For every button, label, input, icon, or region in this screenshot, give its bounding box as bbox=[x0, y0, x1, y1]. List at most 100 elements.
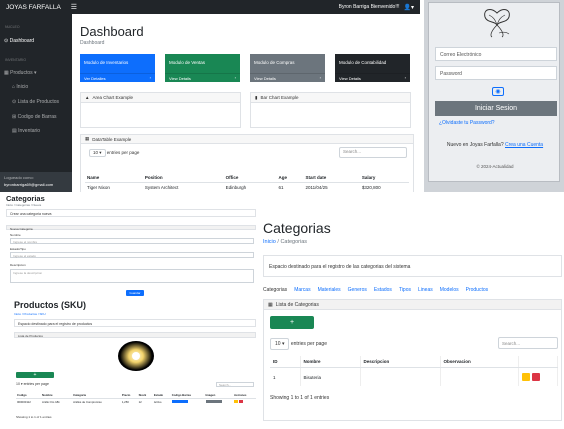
field-label: Nombre bbox=[10, 233, 21, 237]
signup-text: Nuevo en Joyas Farfalla? bbox=[446, 142, 504, 148]
chevron-right-icon: › bbox=[319, 75, 321, 80]
actions-cell bbox=[518, 367, 558, 386]
sidebar: NUCLEO ⊙ Dashboard INVENTARIO ▦ Producto… bbox=[0, 14, 72, 192]
column-header[interactable]: Salary bbox=[359, 173, 409, 183]
email-field[interactable]: Correo Electrónico bbox=[435, 47, 557, 61]
column-header[interactable]: Observacion bbox=[440, 356, 519, 368]
column-header[interactable]: Office bbox=[223, 173, 277, 183]
top-navbar: JOYAS FARFALLA ☰ Byron Barriga Bienvenid… bbox=[0, 0, 420, 14]
delete-icon[interactable] bbox=[238, 400, 243, 403]
datatable-title: DataTable Example bbox=[92, 136, 132, 142]
tab-lineas[interactable]: Lineas bbox=[418, 287, 433, 293]
add-button[interactable]: + bbox=[16, 372, 54, 378]
column-header[interactable]: Nombre bbox=[300, 356, 361, 368]
entries-label: entries per page bbox=[106, 150, 140, 155]
eye-icon[interactable]: ◉ bbox=[492, 87, 504, 96]
page-title: Categorias bbox=[263, 220, 331, 236]
breadcrumb: Inicio / Productos / SKU bbox=[14, 312, 46, 316]
table-row: 1 Bisuteria bbox=[270, 367, 558, 386]
column-header[interactable]: Position bbox=[142, 173, 224, 183]
brand-name[interactable]: JOYAS FARFALLA bbox=[6, 4, 61, 11]
entries-select[interactable]: 10 ▾ bbox=[89, 149, 106, 157]
tab-tipos[interactable]: Tipos bbox=[399, 287, 411, 293]
edit-icon[interactable] bbox=[234, 400, 239, 403]
module-card-contabilidad[interactable]: Modulo de Contabilidad View Details › bbox=[335, 54, 410, 82]
field-label: Estado/Tipo bbox=[10, 247, 26, 251]
table-cell bbox=[360, 367, 441, 386]
column-header[interactable]: ID bbox=[270, 356, 301, 368]
login-panel: Correo Electrónico Password ◉ Iniciar Se… bbox=[424, 0, 564, 192]
column-header[interactable]: Descripcion bbox=[360, 356, 441, 368]
table-cell: Anillo Oro 18k bbox=[42, 400, 60, 404]
sidebar-footer: Logueado como: byronbarriga69@gmail.com bbox=[0, 172, 72, 192]
table-cell: Anillos de Compromiso bbox=[73, 400, 102, 404]
field-label: Descripcion bbox=[10, 263, 26, 267]
edit-icon[interactable] bbox=[521, 373, 530, 381]
breadcrumb-link-inicio[interactable]: Inicio bbox=[263, 239, 276, 245]
module-link[interactable]: View Details › bbox=[165, 73, 240, 82]
sidebar-item-label: Dashboard bbox=[9, 38, 35, 44]
table-icon: ▦ bbox=[268, 301, 273, 308]
password-field[interactable]: Password bbox=[435, 66, 557, 80]
dashboard-main: Dashboard Dashboard Modulo de Inventario… bbox=[72, 14, 420, 192]
tab-generos[interactable]: Generos bbox=[348, 287, 367, 293]
table-cell: 12 bbox=[138, 400, 142, 404]
sidebar-item-inventario[interactable]: ▤ Inventario bbox=[12, 128, 40, 134]
module-link[interactable]: View Details › bbox=[335, 73, 410, 82]
table-cell: 000000112 bbox=[17, 400, 31, 404]
entries-select[interactable]: 10 ▾ bbox=[270, 338, 290, 350]
categories-table: ID Nombre Descripcion Observacion 1 Bisu… bbox=[270, 356, 558, 386]
hamburger-icon[interactable]: ☰ bbox=[71, 3, 77, 11]
module-link[interactable]: Ver Detalles › bbox=[80, 73, 155, 82]
logged-as-label: Logueado como: bbox=[4, 175, 34, 180]
chevron-right-icon: › bbox=[404, 75, 406, 80]
delete-icon[interactable] bbox=[531, 373, 540, 381]
sidebar-item-productos[interactable]: ▦ Productos ▾ bbox=[4, 70, 37, 76]
sidebar-heading-core: NUCLEO bbox=[5, 25, 20, 29]
forgot-password-link[interactable]: ¿Olvidaste tu Password? bbox=[439, 120, 495, 126]
module-card-ventas[interactable]: Modulo de Ventas View Details › bbox=[165, 54, 240, 82]
image-cell bbox=[205, 399, 234, 406]
table-icon: ▦ bbox=[85, 136, 90, 141]
module-card-inventarios[interactable]: Modulo de Inventarios Ver Detalles › bbox=[80, 54, 155, 82]
column-header[interactable]: Name bbox=[85, 173, 143, 183]
sidebar-item-label: Codigo de Barras bbox=[17, 114, 57, 120]
tab-estados[interactable]: Estados bbox=[374, 287, 392, 293]
column-header[interactable] bbox=[518, 356, 558, 368]
state-input[interactable]: Ingrese el estado bbox=[10, 252, 254, 258]
entries-label: entries per page bbox=[290, 341, 327, 347]
table-cell: 61 bbox=[276, 182, 304, 192]
column-header[interactable]: Start date bbox=[303, 173, 360, 183]
search-input[interactable]: Search... bbox=[216, 382, 254, 387]
name-input[interactable]: Ingrese el nombre bbox=[10, 238, 254, 244]
sidebar-item-inicio[interactable]: ⌂ Inicio bbox=[12, 84, 28, 90]
tab-categorias[interactable]: Categorias bbox=[263, 287, 287, 293]
add-category-button[interactable]: + bbox=[270, 316, 314, 329]
table-cell: Bisuteria bbox=[300, 367, 361, 386]
tab-productos[interactable]: Productos bbox=[466, 287, 489, 293]
sidebar-item-codigo-barras[interactable]: ⊞ Codigo de Barras bbox=[12, 114, 57, 120]
tab-materiales[interactable]: Materiales bbox=[318, 287, 341, 293]
entries-control[interactable]: 10 ▾ entries per page bbox=[16, 382, 49, 386]
description-box: Espacio destinado para el registro de la… bbox=[263, 255, 562, 277]
module-card-compras[interactable]: Modulo de Compras View Details › bbox=[250, 54, 325, 82]
tab-marcas[interactable]: Marcas bbox=[294, 287, 310, 293]
datatable-search-input[interactable]: Search... bbox=[339, 147, 407, 158]
search-input[interactable]: Search... bbox=[498, 337, 558, 349]
sidebar-item-lista-productos[interactable]: ⊙ Lista de Productos bbox=[12, 99, 59, 105]
save-button[interactable]: Guardar bbox=[126, 290, 144, 296]
user-icon[interactable]: 👤▾ bbox=[404, 4, 414, 11]
signup-link[interactable]: Crea una Cuenta bbox=[505, 142, 543, 148]
module-title: Modulo de Inventarios bbox=[84, 60, 129, 65]
column-header[interactable]: Age bbox=[276, 173, 304, 183]
module-title: Modulo de Ventas bbox=[169, 60, 206, 65]
datatable: Name Position Office Age Start date Sala… bbox=[85, 173, 409, 192]
module-link[interactable]: View Details › bbox=[250, 73, 325, 82]
login-button[interactable]: Iniciar Sesion bbox=[435, 101, 557, 116]
tab-modelos[interactable]: Modelos bbox=[440, 287, 459, 293]
description-textarea[interactable]: Ingrese la descripcion bbox=[10, 269, 254, 283]
sidebar-item-dashboard[interactable]: ⊙ Dashboard bbox=[4, 38, 34, 44]
sidebar-item-label: Lista de Productos bbox=[17, 99, 60, 105]
table-cell: 1 bbox=[270, 367, 301, 386]
datatable-card: ▦ DataTable Example 10 ▾ entries per page… bbox=[80, 134, 414, 192]
